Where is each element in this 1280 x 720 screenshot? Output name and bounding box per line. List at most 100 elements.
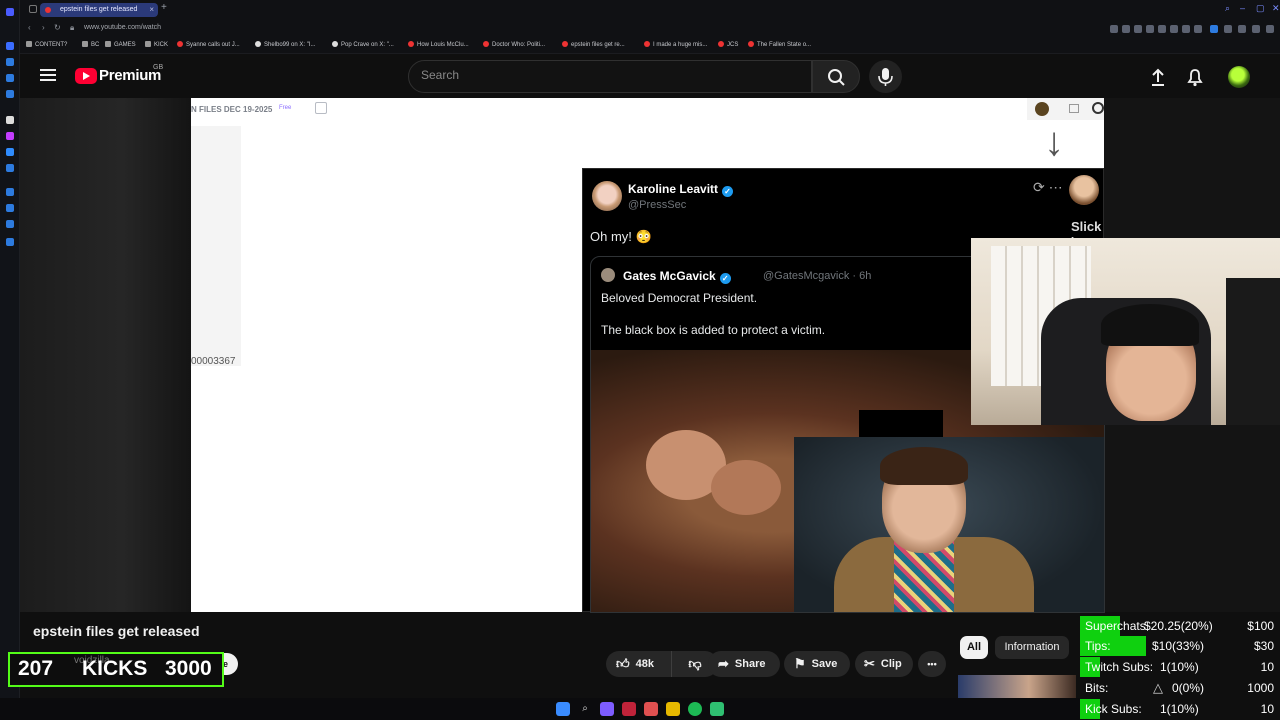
url-field[interactable]: www.youtube.com/watch <box>84 24 161 31</box>
extension-icon[interactable] <box>1158 25 1166 33</box>
minimize-icon[interactable]: – <box>1240 3 1245 13</box>
goal-label: Bits: <box>1085 681 1109 695</box>
video-title: epstein files get released <box>33 623 200 639</box>
extension-icon[interactable] <box>1210 25 1218 33</box>
notifications-button[interactable] <box>1184 66 1206 88</box>
bookmark-folder[interactable]: CONTENT? <box>26 41 67 48</box>
stream-goals-overlay: Superchats $20.25(20%) $100 Tips: $10(33… <box>1080 614 1280 720</box>
copy-icon <box>315 102 327 114</box>
extension-icon[interactable] <box>1134 25 1142 33</box>
more-icon: ••• <box>927 659 937 669</box>
bookmark-link[interactable]: JCS <box>718 41 738 48</box>
sidebar-app-icon[interactable] <box>6 74 14 82</box>
search-icon <box>828 69 845 86</box>
goal-value: $10(33%) <box>1152 639 1205 653</box>
search-tabs-icon[interactable]: ⌕ <box>1225 3 1230 14</box>
zoom-icon[interactable] <box>1110 25 1118 33</box>
bookmark-link[interactable]: Syanne calls out J... <box>177 41 240 48</box>
bookmark-link[interactable]: I made a huge mis... <box>644 41 707 48</box>
close-window-icon[interactable]: ✕ <box>1272 3 1280 14</box>
sidebar-app-icon[interactable] <box>6 164 14 172</box>
hanging-coat <box>1226 278 1280 425</box>
play-icon[interactable] <box>1182 25 1190 33</box>
sidebar-app-icon[interactable] <box>6 58 14 66</box>
workspaces-icon[interactable] <box>29 5 37 13</box>
share-button[interactable]: ➦ Share <box>708 651 780 677</box>
sidebar-app-icon[interactable] <box>6 188 14 196</box>
sidebar-app-icon[interactable] <box>6 42 14 50</box>
extension-icon[interactable] <box>1238 25 1246 33</box>
messenger-icon[interactable] <box>6 148 14 156</box>
bookmark-folder[interactable]: BC <box>82 41 99 48</box>
verified-icon: ✓ <box>722 186 734 197</box>
quoted-author-handle: @GatesMcgavick · 6h <box>763 270 872 282</box>
discord-icon[interactable] <box>600 702 614 716</box>
kicks-goal: 3000 <box>165 657 212 680</box>
browser-logo-icon[interactable] <box>6 8 14 16</box>
youtube-logo-text[interactable]: Premium <box>99 67 161 84</box>
sidebar-app-icon[interactable] <box>6 116 14 124</box>
kicks-count: 207 <box>18 657 54 680</box>
youtube-logo-icon[interactable] <box>75 68 97 84</box>
voice-search-button[interactable] <box>869 60 902 93</box>
spotify-icon[interactable] <box>688 702 702 716</box>
bookmark-link[interactable]: Pop Crave on X: "... <box>332 41 394 48</box>
start-icon[interactable] <box>556 702 570 716</box>
save-label: Save <box>811 658 838 670</box>
black-cap <box>1101 304 1199 346</box>
file-explorer-icon[interactable] <box>666 702 680 716</box>
bookmark-link[interactable]: Shelbo99 on X: "I... <box>255 41 316 48</box>
back-icon[interactable]: ‹ <box>28 23 31 32</box>
sidebar-app-icon[interactable] <box>6 90 14 98</box>
reload-icon[interactable]: ↻ <box>54 23 61 32</box>
maximize-icon[interactable]: ▢ <box>1256 3 1265 14</box>
download-icon[interactable] <box>1252 25 1260 33</box>
app-icon[interactable] <box>710 702 724 716</box>
extension-icon[interactable] <box>1146 25 1154 33</box>
forward-icon[interactable]: › <box>42 23 45 32</box>
sidebar-app-icon[interactable] <box>6 132 14 140</box>
upload-button[interactable] <box>1147 66 1169 88</box>
menu-icon[interactable] <box>40 69 56 81</box>
extension-icon[interactable] <box>1224 25 1232 33</box>
chip-all[interactable]: All <box>960 636 988 659</box>
heart-icon[interactable] <box>1194 25 1202 33</box>
extension-icon[interactable] <box>1122 25 1130 33</box>
document-page-strip <box>191 126 241 366</box>
menu-icon[interactable] <box>1266 25 1274 33</box>
bookmark-icon: ⚑ <box>794 656 806 671</box>
like-button[interactable]: 👍︎ 48k <box>606 651 672 677</box>
bookmark-link[interactable]: How Louis McClu... <box>408 41 469 48</box>
extension-icon[interactable] <box>1170 25 1178 33</box>
more-actions-button[interactable]: ••• <box>918 651 946 677</box>
kicks-label: KICKS <box>82 657 148 680</box>
bookmark-link[interactable]: epstein files get re... <box>562 41 625 48</box>
tweet-author-handle: @PressSec <box>628 199 687 211</box>
search-input[interactable] <box>421 68 791 82</box>
sidebar-app-icon[interactable] <box>6 204 14 212</box>
bookmarks-bar: CONTENT? BC GAMES KICK Syanne calls out … <box>20 38 1280 54</box>
goal-value: 1(10%) <box>1160 702 1199 716</box>
close-tab-icon[interactable]: × <box>149 3 154 17</box>
thumbs-up-icon: 👍︎ <box>616 656 630 671</box>
app-icon[interactable] <box>622 702 636 716</box>
search-box <box>408 60 812 93</box>
search-button[interactable] <box>812 60 860 93</box>
browser-icon[interactable] <box>644 702 658 716</box>
new-tab-icon[interactable]: + <box>161 2 167 13</box>
save-button[interactable]: ⚑ Save <box>784 651 850 677</box>
search-icon[interactable]: ⌕ <box>578 702 592 716</box>
tab-youtube[interactable]: epstein files get released × <box>40 3 158 17</box>
share-icon: ➦ <box>718 656 729 671</box>
bookmark-link[interactable]: Doctor Who: Politi... <box>483 41 545 48</box>
account-avatar[interactable] <box>1228 66 1250 88</box>
bookmark-folder[interactable]: KICK <box>145 41 168 48</box>
settings-icon[interactable] <box>6 238 14 246</box>
clip-button[interactable]: ✂ Clip <box>855 651 913 677</box>
bookmark-link[interactable]: The Fallen State o... <box>748 41 811 48</box>
document-toolbar <box>1027 98 1104 120</box>
sidebar-app-icon[interactable] <box>6 220 14 228</box>
chip-information[interactable]: Information <box>995 636 1069 659</box>
more-options-icon: ⟳ ⋯ <box>1033 179 1063 195</box>
bookmark-folder[interactable]: GAMES <box>105 41 136 48</box>
